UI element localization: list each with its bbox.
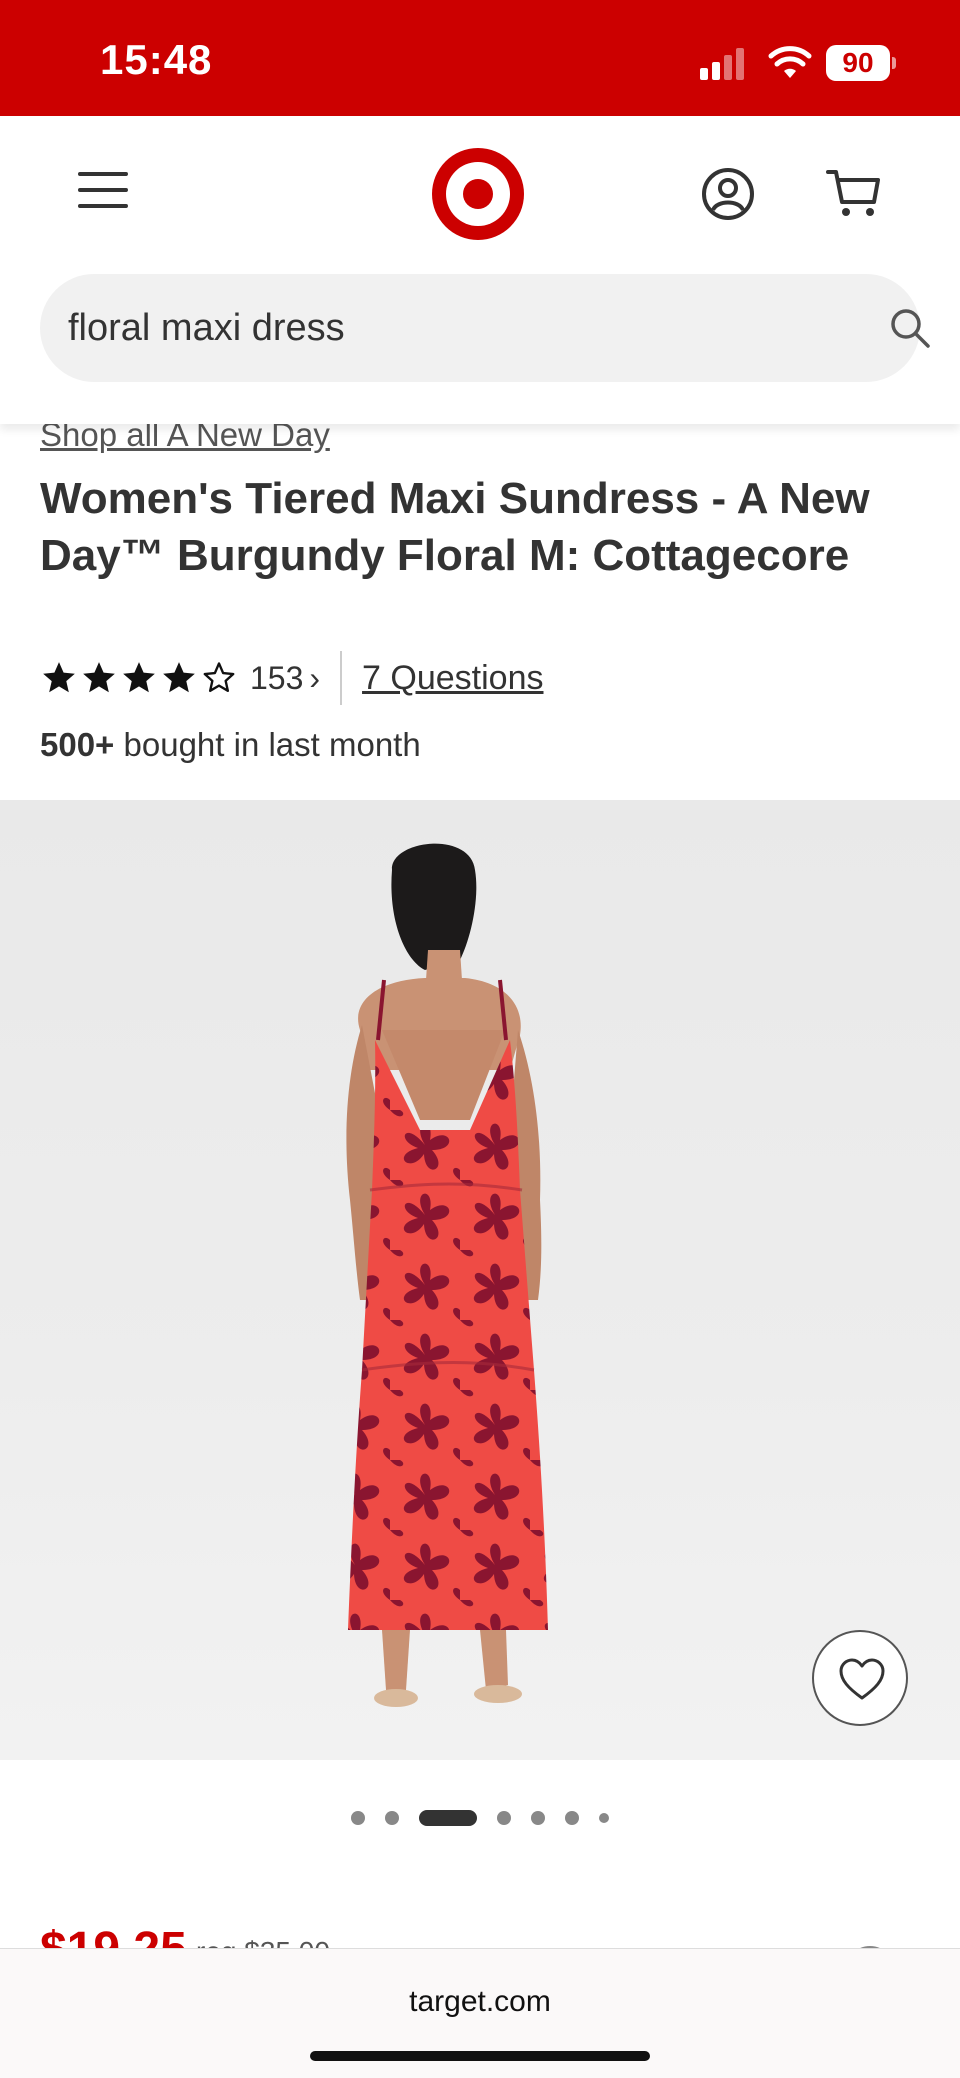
image-carousel-indicator — [0, 1806, 960, 1830]
search-bar[interactable] — [40, 274, 930, 382]
carousel-dot-active[interactable] — [419, 1810, 477, 1826]
home-indicator[interactable] — [310, 2051, 650, 2061]
purchase-count: 500+ bought in last month — [40, 726, 421, 764]
favorite-button[interactable] — [812, 1630, 908, 1726]
star-empty-icon — [203, 662, 235, 693]
account-icon[interactable] — [700, 166, 756, 222]
regular-price: reg $35.00 — [196, 1936, 330, 1948]
site-header — [0, 116, 960, 424]
search-icon[interactable] — [886, 304, 934, 352]
carousel-dot[interactable] — [351, 1811, 365, 1825]
cart-icon[interactable] — [826, 166, 882, 222]
star-full-icon — [123, 662, 155, 693]
bought-label: bought in last month — [114, 726, 421, 763]
carousel-dot[interactable] — [531, 1811, 545, 1825]
menu-button[interactable] — [72, 166, 132, 214]
battery-icon: 90 — [826, 45, 896, 81]
wifi-icon — [768, 46, 812, 78]
rating-row: 153 › 7 Questions — [40, 650, 544, 706]
battery-level: 90 — [826, 45, 890, 81]
carousel-dot[interactable] — [565, 1811, 579, 1825]
search-input[interactable] — [68, 274, 848, 382]
carousel-dot[interactable] — [599, 1813, 609, 1823]
product-image[interactable] — [0, 800, 960, 1760]
bought-count: 500+ — [40, 726, 115, 763]
star-rating[interactable] — [40, 659, 240, 697]
url-text[interactable]: target.com — [0, 1985, 960, 2019]
star-full-icon — [163, 662, 195, 693]
signal-strength-icon — [700, 46, 748, 80]
carousel-dot[interactable] — [385, 1811, 399, 1825]
product-photo-dress — [346, 843, 548, 1707]
browser-address-bar[interactable]: target.com — [0, 1948, 960, 2078]
rating-count[interactable]: 153 — [250, 660, 303, 697]
divider — [340, 651, 343, 705]
chevron-right-icon: › — [309, 659, 321, 696]
carousel-dot[interactable] — [497, 1811, 511, 1825]
status-time: 15:48 — [100, 36, 213, 83]
target-logo[interactable] — [432, 148, 524, 240]
star-full-icon — [43, 662, 75, 693]
questions-link[interactable]: 7 Questions — [362, 659, 543, 698]
heart-icon — [839, 1658, 885, 1700]
product-title: Women's Tiered Maxi Sundress - A New Day… — [40, 474, 870, 580]
star-full-icon — [83, 662, 115, 693]
price-row: $19.25 reg $35.00 — [0, 1900, 960, 1948]
sale-price: $19.25 — [40, 1922, 187, 1948]
status-bar: 15:48 90 — [0, 0, 960, 116]
